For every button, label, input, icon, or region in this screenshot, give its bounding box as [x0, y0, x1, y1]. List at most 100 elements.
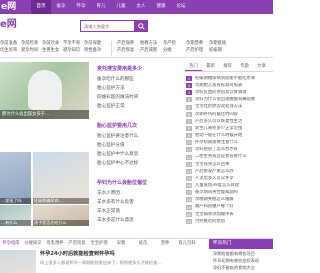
ranking-item-title: 人流后多久可以怀孕: [195, 175, 234, 181]
ranking-tabs: 热门 最新 推荐 专题 文章: [185, 62, 273, 72]
section-title[interactable]: 胎心监护要用几次: [97, 123, 182, 129]
article-link[interactable]: 羊水多是什么意思: [97, 216, 182, 225]
ranking-item[interactable]: 13 宝宝夜哭怎么回事: [186, 161, 273, 168]
ranking-item[interactable]: 16 儿童发烧39度怎么处理: [186, 182, 273, 189]
nav-item[interactable]: 女人: [131, 0, 151, 14]
category-link[interactable]: 产后护理: [186, 48, 209, 53]
featured-image[interactable]: 那为什么会出现女孩子…: [0, 62, 89, 119]
site-logo[interactable]: e网: [1, 2, 16, 13]
article-link[interactable]: 胎心监护方法: [97, 84, 182, 93]
bottom-tab[interactable]: 早教: [110, 239, 132, 249]
category-link[interactable]: 受孕时间: [21, 48, 42, 53]
category-link[interactable]: 孕前饮食: [42, 41, 63, 46]
category-link[interactable]: 孕期营养: [186, 41, 209, 46]
hot-list: 孕期检查都有哪些项目 怀孕初期有哪些症状表现 孕妇不能吃的食物大全: [209, 250, 273, 271]
nav-item[interactable]: 怀孕: [71, 0, 91, 14]
category-link[interactable]: 孕前准备: [0, 41, 21, 46]
category-link[interactable]: 产后恢复: [117, 48, 140, 53]
article-link[interactable]: 羊水正常值: [97, 207, 182, 216]
ranking-item[interactable]: 9 胎动一般在什么时候开始: [186, 132, 273, 139]
bottom-tabs: 怀孕指南 分娩知识 母乳喂养 产后恢复 宝宝护理 早教 疫苗 营养 育儿百科: [0, 239, 198, 249]
ranking-item[interactable]: 19 顺产和剖腹产哪个好: [186, 204, 273, 211]
ranking-item[interactable]: 7 产后多久可以恢复性生活: [186, 118, 273, 125]
category-link[interactable]: 男性备孕: [84, 48, 105, 53]
rank-number: 5: [186, 104, 192, 110]
category-link[interactable]: 孕前检查: [21, 41, 42, 46]
bottom-tab[interactable]: 母乳喂养: [44, 239, 66, 249]
ranking-item[interactable]: 11 孕妇感冒了怎么办才好: [186, 146, 273, 153]
thumb-article[interactable]: 妊娠期糖尿病…: [33, 152, 89, 204]
hot-link[interactable]: 孕期检查都有哪些项目: [209, 250, 273, 257]
bottom-article-thumb[interactable]: [0, 250, 36, 273]
ranking-item[interactable]: 14 产后脱发严重怎么办: [186, 168, 273, 175]
bottom-tab[interactable]: 产后恢复: [66, 239, 88, 249]
hot-link[interactable]: 怀孕初期有哪些症状表现: [209, 257, 273, 264]
ranking-item[interactable]: 15 人流后多久可以怀孕: [186, 175, 273, 182]
bottom-tab[interactable]: 分娩知识: [22, 239, 44, 249]
category-link[interactable]: 孕前保健: [84, 41, 105, 46]
ranking-item[interactable]: 21 月经推迟的原因: [186, 218, 273, 225]
ranking-tab[interactable]: 推荐: [219, 62, 236, 71]
category-link[interactable]: 分娩: [163, 48, 186, 53]
article-link[interactable]: 胎心监护分值: [97, 141, 182, 150]
ranking-item[interactable]: 4 孕妇为什么会出现腰酸背痛现象: [186, 96, 273, 103]
search-button[interactable]: [135, 20, 148, 32]
article-link[interactable]: 胎心监护中心不达标: [97, 159, 182, 168]
article-link[interactable]: 羊水多有什么危害: [97, 198, 182, 207]
ranking-item[interactable]: 3 孕妇贫血的原因及饮食调理: [186, 89, 273, 96]
ranking-tab[interactable]: 专题: [236, 62, 253, 71]
bottom-tab[interactable]: 营养: [154, 239, 176, 249]
search-input[interactable]: [81, 21, 134, 31]
article-link[interactable]: 四维彩超的做法时间: [97, 93, 182, 102]
bottom-tab[interactable]: 育儿百科: [176, 239, 198, 249]
category-link[interactable]: 孕产检: [163, 41, 186, 46]
nav-item[interactable]: 育儿: [91, 0, 111, 14]
ranking-item[interactable]: 17 备孕期间男性能喝酒吗: [186, 189, 273, 196]
article-link[interactable]: 胎心监护正常: [97, 102, 182, 111]
ranking-item[interactable]: 5 宝宝吐奶原因及处理方法: [186, 104, 273, 111]
category-link[interactable]: 优生优育: [0, 48, 21, 53]
ranking-item[interactable]: 12 二胎生男孩还是女孩看什么: [186, 154, 273, 161]
nav-item[interactable]: 健康: [151, 0, 171, 14]
article-link[interactable]: 备孕吃什么的那些: [97, 75, 182, 84]
thumb-article[interactable]: …发现了吗: [0, 152, 31, 204]
article-section-3: 孕妇为什么会胎位偏位 羊水少原因 羊水多有什么危害 羊水正常值 羊水多是什么意思: [97, 180, 182, 225]
hot-link[interactable]: 孕妇不能吃的食物大全: [209, 264, 273, 271]
ranking-item[interactable]: 18 孕晚期失眠怎么缓解: [186, 196, 273, 203]
ranking-item[interactable]: 10 怀孕初期需要注意什么: [186, 139, 273, 146]
category-link[interactable]: 生男生女: [42, 48, 63, 53]
ranking-item-title: 孕晚期失眠怎么缓解: [195, 197, 234, 203]
nav-item[interactable]: 儿童: [111, 0, 131, 14]
article-link[interactable]: 胎心监护要注意什么: [97, 132, 182, 141]
category-link[interactable]: 避孕知识: [63, 48, 84, 53]
bottom-tab[interactable]: 疫苗: [132, 239, 154, 249]
nav-item[interactable]: 首页: [31, 0, 51, 14]
ranking-item[interactable]: 20 宝宝辅食添加顺序表: [186, 211, 273, 218]
nav-item[interactable]: 备孕: [51, 0, 71, 14]
header-logo[interactable]: e网: [0, 19, 17, 32]
hot-header[interactable]: 怀孕热门: [209, 239, 273, 249]
bottom-tab[interactable]: 宝宝护理: [88, 239, 110, 249]
category-link[interactable]: 妊娠期: [209, 48, 232, 53]
category-link[interactable]: 胎教方法: [140, 41, 163, 46]
ranking-item[interactable]: 6 孕期补钙的最佳时间段: [186, 111, 273, 118]
category-link[interactable]: 产后减肥: [140, 48, 163, 53]
category-link[interactable]: 不孕不育: [63, 41, 84, 46]
bottom-article-title[interactable]: 怀孕24小时后就能检查到怀孕吗: [40, 251, 115, 258]
ranking-tab[interactable]: 热门: [185, 62, 202, 71]
ranking-tab[interactable]: 文章: [253, 62, 270, 71]
article-link[interactable]: 胎心监护中什么意思: [97, 150, 182, 159]
category-link[interactable]: 产后保养: [117, 41, 140, 46]
ranking-item[interactable]: 2 孕期胎儿发育标准对照表: [186, 82, 273, 89]
section-title[interactable]: 孕妇为什么会胎位偏位: [97, 180, 182, 186]
ranking-tab[interactable]: 最新: [202, 62, 219, 71]
article-link[interactable]: 羊水少原因: [97, 189, 182, 198]
section-title[interactable]: 麦托搜宝费用是多少: [97, 66, 182, 72]
ranking-item[interactable]: 1 妊娠期糖尿病到底能不能吃水果: [186, 75, 273, 82]
nav-item[interactable]: 论坛: [171, 0, 191, 14]
ranking-item[interactable]: 8 新生儿黄疸多少正常范围: [186, 125, 273, 132]
bottom-tab[interactable]: 怀孕指南: [0, 239, 22, 249]
category-link[interactable]: 孕期疾病: [209, 41, 232, 46]
thumb-article[interactable]: 孩子是否先吃什么: [33, 205, 89, 226]
thumb-article[interactable]: …有什么: [0, 205, 31, 226]
